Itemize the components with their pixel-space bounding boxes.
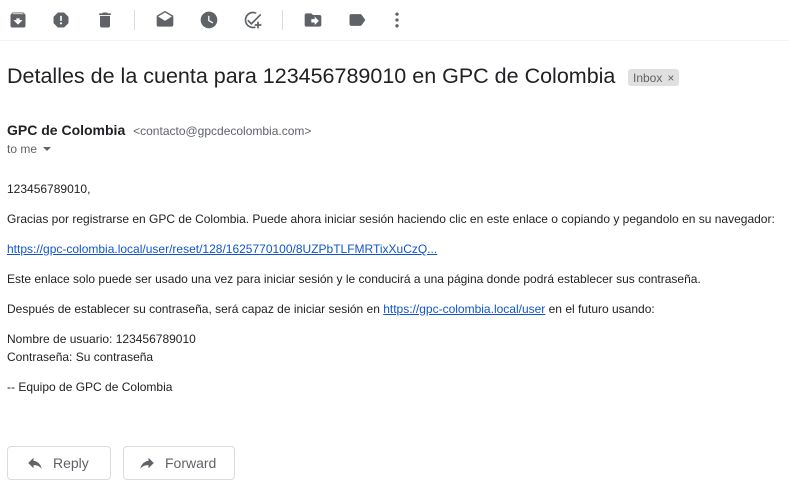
sender-line: GPC de Colombia <contacto@gpcdecolombia.… xyxy=(7,122,311,138)
email-paragraph-login-info: Después de establecer su contraseña, ser… xyxy=(7,302,655,316)
login-info-text-after: en el futuro usando: xyxy=(545,302,655,316)
toolbar-divider xyxy=(282,10,283,30)
recipient-details-toggle[interactable]: to me xyxy=(7,142,52,156)
reply-icon xyxy=(28,457,42,469)
inbox-label-chip[interactable]: Inbox × xyxy=(628,69,680,86)
email-greeting: 123456789010, xyxy=(7,182,91,196)
reply-label: Reply xyxy=(53,455,89,471)
email-username-line: Nombre de usuario: 123456789010 xyxy=(7,332,196,346)
report-spam-icon[interactable] xyxy=(50,9,72,31)
snooze-icon[interactable] xyxy=(198,9,220,31)
reset-link[interactable]: https://gpc-colombia.local/user/reset/12… xyxy=(7,242,437,256)
email-password-line: Contraseña: Su contraseña xyxy=(7,350,154,364)
move-to-icon[interactable] xyxy=(302,9,324,31)
sender-name[interactable]: GPC de Colombia xyxy=(7,122,125,138)
mark-unread-icon[interactable] xyxy=(154,9,176,31)
message-toolbar xyxy=(0,0,789,41)
user-login-link[interactable]: https://gpc-colombia.local/user xyxy=(383,302,545,316)
login-info-text-before: Después de establecer su contraseña, ser… xyxy=(7,302,384,316)
recipient-text: to me xyxy=(7,142,38,156)
email-signature: -- Equipo de GPC de Colombia xyxy=(7,380,173,394)
reply-button[interactable]: Reply xyxy=(7,446,111,480)
remove-label-icon[interactable]: × xyxy=(667,71,674,85)
chevron-down-icon[interactable] xyxy=(43,147,52,151)
labels-icon[interactable] xyxy=(346,9,368,31)
email-paragraph-link-info: Este enlace solo puede ser usado una vez… xyxy=(7,272,701,286)
forward-button[interactable]: Forward xyxy=(123,446,235,480)
email-subject: Detalles de la cuenta para 123456789010 … xyxy=(7,64,616,88)
email-paragraph-registration: Gracias por registrarse en GPC de Colomb… xyxy=(7,212,775,226)
delete-icon[interactable] xyxy=(94,9,116,31)
forward-icon xyxy=(140,457,154,469)
toolbar-divider xyxy=(134,10,135,30)
sender-email: <contacto@gpcdecolombia.com> xyxy=(133,124,312,138)
more-icon[interactable] xyxy=(386,9,408,31)
email-paragraph-reset-link: https://gpc-colombia.local/user/reset/12… xyxy=(7,242,437,256)
forward-label: Forward xyxy=(165,455,217,471)
archive-icon[interactable] xyxy=(7,9,29,31)
add-task-icon[interactable] xyxy=(242,9,264,31)
label-text: Inbox xyxy=(633,70,663,85)
